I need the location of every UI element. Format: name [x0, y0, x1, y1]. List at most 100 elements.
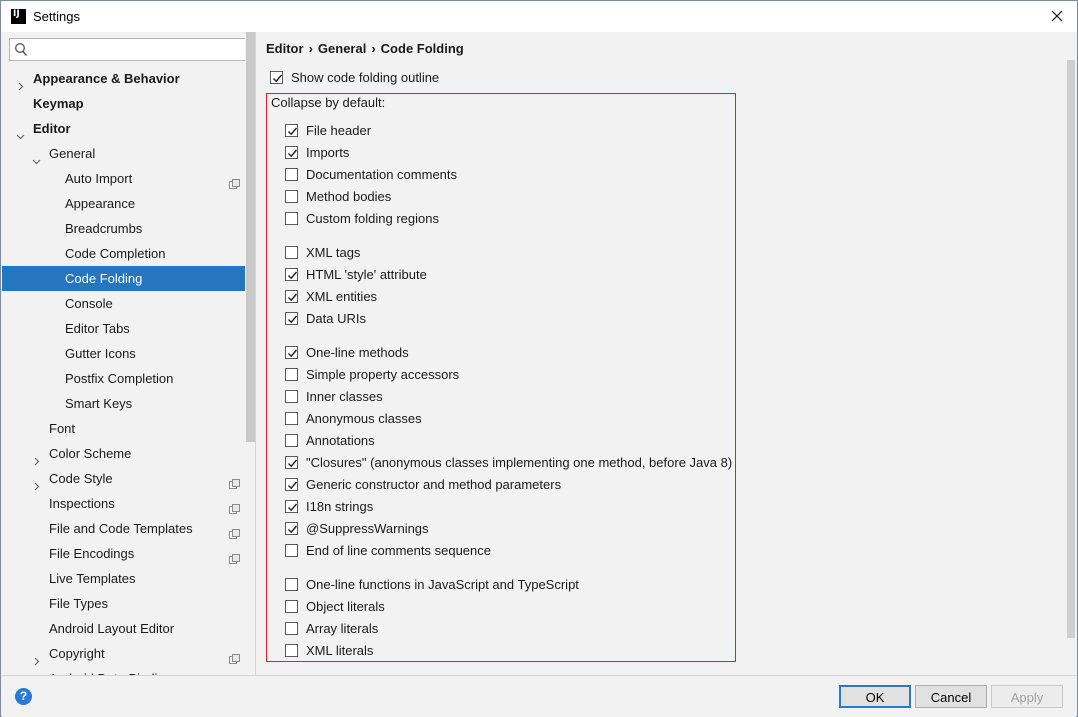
- collapse-option-checkbox[interactable]: [285, 367, 298, 381]
- help-icon[interactable]: ?: [15, 688, 32, 705]
- collapse-option-checkbox[interactable]: [285, 543, 298, 557]
- show-outline-checkbox[interactable]: [270, 70, 283, 84]
- chevron-down-icon[interactable]: [32, 149, 41, 165]
- sidebar-item-label: Android Data Binding: [49, 666, 172, 675]
- content-scrollbar-thumb[interactable]: [1067, 60, 1075, 638]
- collapse-option[interactable]: Simple property accessors: [285, 363, 459, 385]
- search-input[interactable]: [32, 40, 244, 59]
- collapse-option[interactable]: XML literals: [285, 639, 373, 661]
- collapse-option[interactable]: Documentation comments: [285, 163, 457, 185]
- collapse-option[interactable]: Annotations: [285, 429, 375, 451]
- sidebar-item-copyright[interactable]: Copyright: [2, 641, 244, 666]
- collapse-option-checkbox[interactable]: [285, 267, 298, 281]
- sidebar-item-label: Inspections: [49, 496, 115, 511]
- collapse-option-checkbox[interactable]: [285, 123, 298, 137]
- collapse-option-checkbox[interactable]: [285, 411, 298, 425]
- chevron-right-icon[interactable]: [32, 649, 41, 666]
- sidebar-item-label: General: [49, 146, 96, 161]
- sidebar-item-editor[interactable]: Editor: [2, 116, 244, 141]
- collapse-option[interactable]: Anonymous classes: [285, 407, 422, 429]
- sidebar-item-postfix-completion[interactable]: Postfix Completion: [2, 366, 244, 391]
- sidebar-item-keymap[interactable]: Keymap: [2, 91, 244, 116]
- collapse-option[interactable]: XML entities: [285, 285, 377, 307]
- chevron-right-icon[interactable]: [16, 74, 25, 91]
- collapse-option-checkbox[interactable]: [285, 311, 298, 325]
- collapse-option-checkbox[interactable]: [285, 145, 298, 159]
- sidebar-scrollbar-thumb[interactable]: [246, 32, 255, 442]
- collapse-option-checkbox[interactable]: [285, 477, 298, 491]
- sidebar-item-font[interactable]: Font: [2, 416, 244, 441]
- collapse-option[interactable]: Object literals: [285, 595, 385, 617]
- sidebar-item-general[interactable]: General: [2, 141, 244, 166]
- sidebar-item-gutter-icons[interactable]: Gutter Icons: [2, 341, 244, 366]
- chevron-down-icon[interactable]: [16, 124, 25, 140]
- sidebar-item-live-templates[interactable]: Live Templates: [2, 566, 244, 591]
- show-outline-option[interactable]: Show code folding outline: [270, 66, 439, 88]
- collapse-option[interactable]: Data URIs: [285, 307, 366, 329]
- ok-button[interactable]: OK: [839, 685, 911, 708]
- sidebar-item-android-layout-editor[interactable]: Android Layout Editor: [2, 616, 244, 641]
- sidebar-item-auto-import[interactable]: Auto Import: [2, 166, 244, 191]
- collapse-option[interactable]: HTML 'style' attribute: [285, 263, 427, 285]
- collapse-option[interactable]: "Closures" (anonymous classes implementi…: [285, 451, 732, 473]
- sidebar-item-appearance[interactable]: Appearance: [2, 191, 244, 216]
- sidebar-item-inspections[interactable]: Inspections: [2, 491, 244, 516]
- apply-button[interactable]: Apply: [991, 685, 1063, 708]
- collapse-option[interactable]: Inner classes: [285, 385, 383, 407]
- sidebar-item-label: Gutter Icons: [65, 346, 136, 361]
- sidebar-item-color-scheme[interactable]: Color Scheme: [2, 441, 244, 466]
- sidebar-item-editor-tabs[interactable]: Editor Tabs: [2, 316, 244, 341]
- collapse-option-checkbox[interactable]: [285, 499, 298, 513]
- sidebar-item-code-folding[interactable]: Code Folding: [2, 266, 255, 291]
- chevron-right-icon[interactable]: [32, 474, 41, 491]
- collapse-option[interactable]: @SuppressWarnings: [285, 517, 429, 539]
- sidebar-item-code-style[interactable]: Code Style: [2, 466, 244, 491]
- content-scrollbar[interactable]: [1066, 60, 1076, 674]
- sidebar-item-breadcrumbs[interactable]: Breadcrumbs: [2, 216, 244, 241]
- sidebar-item-code-completion[interactable]: Code Completion: [2, 241, 244, 266]
- collapse-option[interactable]: End of line comments sequence: [285, 539, 491, 561]
- collapse-option-checkbox[interactable]: [285, 289, 298, 303]
- collapse-option[interactable]: Imports: [285, 141, 349, 163]
- sidebar-item-label: Breadcrumbs: [65, 221, 143, 236]
- collapse-option[interactable]: Custom folding regions: [285, 207, 439, 229]
- collapse-option-checkbox[interactable]: [285, 211, 298, 225]
- collapse-option-checkbox[interactable]: [285, 345, 298, 359]
- sidebar-item-file-types[interactable]: File Types: [2, 591, 244, 616]
- collapse-option[interactable]: Method bodies: [285, 185, 391, 207]
- collapse-option-checkbox[interactable]: [285, 521, 298, 535]
- collapse-option-checkbox[interactable]: [285, 189, 298, 203]
- collapse-option-checkbox[interactable]: [285, 621, 298, 635]
- collapse-option[interactable]: One-line functions in JavaScript and Typ…: [285, 573, 579, 595]
- sidebar-item-file-and-code-templates[interactable]: File and Code Templates: [2, 516, 244, 541]
- project-level-icon: [229, 648, 240, 664]
- sidebar-item-appearance-behavior[interactable]: Appearance & Behavior: [2, 66, 244, 91]
- collapse-option-checkbox[interactable]: [285, 389, 298, 403]
- collapse-option-checkbox[interactable]: [285, 577, 298, 591]
- collapse-option[interactable]: I18n strings: [285, 495, 373, 517]
- collapse-option[interactable]: XML tags: [285, 241, 360, 263]
- collapse-option-checkbox[interactable]: [285, 599, 298, 613]
- chevron-right-icon[interactable]: [32, 449, 41, 466]
- collapse-option-label: Imports: [306, 144, 350, 160]
- collapse-option-checkbox[interactable]: [285, 167, 298, 181]
- collapse-option-checkbox[interactable]: [285, 245, 298, 259]
- collapse-option-checkbox[interactable]: [285, 643, 298, 657]
- close-icon[interactable]: [1047, 6, 1067, 26]
- collapse-option-checkbox[interactable]: [285, 455, 298, 469]
- sidebar-item-smart-keys[interactable]: Smart Keys: [2, 391, 244, 416]
- sidebar-item-file-encodings[interactable]: File Encodings: [2, 541, 244, 566]
- collapse-option-label: Documentation comments: [306, 166, 458, 182]
- collapse-option[interactable]: One-line methods: [285, 341, 409, 363]
- sidebar-item-android-data-binding[interactable]: Android Data Binding: [2, 666, 244, 675]
- collapse-option-checkbox[interactable]: [285, 433, 298, 447]
- sidebar-item-console[interactable]: Console: [2, 291, 244, 316]
- sidebar-item-label: Keymap: [33, 96, 84, 111]
- sidebar-item-label: Code Folding: [65, 271, 143, 286]
- collapse-option[interactable]: Generic constructor and method parameter…: [285, 473, 561, 495]
- collapse-option[interactable]: Array literals: [285, 617, 378, 639]
- sidebar-scrollbar[interactable]: [245, 32, 255, 675]
- cancel-button[interactable]: Cancel: [915, 685, 987, 708]
- search-box[interactable]: [9, 38, 249, 61]
- collapse-option[interactable]: File header: [285, 119, 371, 141]
